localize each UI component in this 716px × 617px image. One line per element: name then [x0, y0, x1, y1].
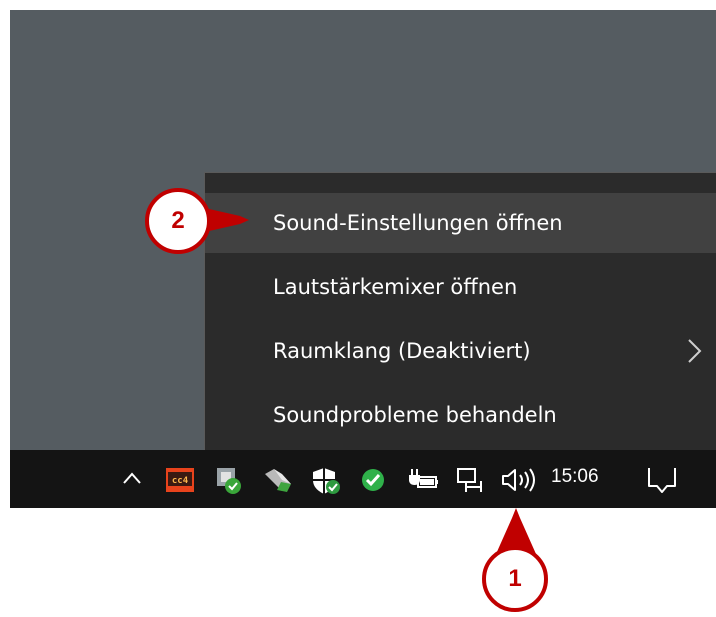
- menu-item-label: Soundprobleme behandeln: [273, 403, 557, 427]
- menu-item-label: Lautstärkemixer öffnen: [273, 275, 518, 299]
- chevron-up-icon[interactable]: [122, 470, 142, 486]
- callout-number: 2: [171, 207, 185, 234]
- sync-check-icon[interactable]: [213, 466, 243, 496]
- checkmark-icon[interactable]: [360, 466, 386, 492]
- menu-item-sound-settings[interactable]: Sound-Einstellungen öffnen: [205, 193, 716, 253]
- speaker-icon[interactable]: [500, 466, 540, 494]
- menu-item-spatial-sound[interactable]: Raumklang (Deaktiviert): [205, 321, 716, 381]
- callout-1: 1: [482, 546, 548, 612]
- taskbar-clock[interactable]: 15:06: [551, 466, 599, 488]
- chevron-right-icon: [688, 339, 702, 363]
- sound-context-menu: Sound-Einstellungen öffnen Lautstärkemix…: [204, 172, 716, 450]
- callout-2: 2: [145, 188, 211, 254]
- menu-item-label: Raumklang (Deaktiviert): [273, 339, 531, 363]
- svg-text:cc4: cc4: [172, 476, 189, 486]
- cc4-app-icon[interactable]: cc4: [165, 466, 195, 494]
- callout-number: 1: [508, 565, 522, 592]
- usb-device-icon[interactable]: [262, 466, 294, 494]
- menu-item-volume-mixer[interactable]: Lautstärkemixer öffnen: [205, 257, 716, 317]
- menu-item-label: Sound-Einstellungen öffnen: [273, 211, 563, 235]
- battery-plug-icon[interactable]: [406, 466, 440, 492]
- menu-item-troubleshoot-sound[interactable]: Soundprobleme behandeln: [205, 385, 716, 445]
- network-icon[interactable]: [455, 466, 485, 494]
- defender-shield-icon[interactable]: [311, 466, 341, 496]
- action-center-icon[interactable]: [646, 465, 678, 495]
